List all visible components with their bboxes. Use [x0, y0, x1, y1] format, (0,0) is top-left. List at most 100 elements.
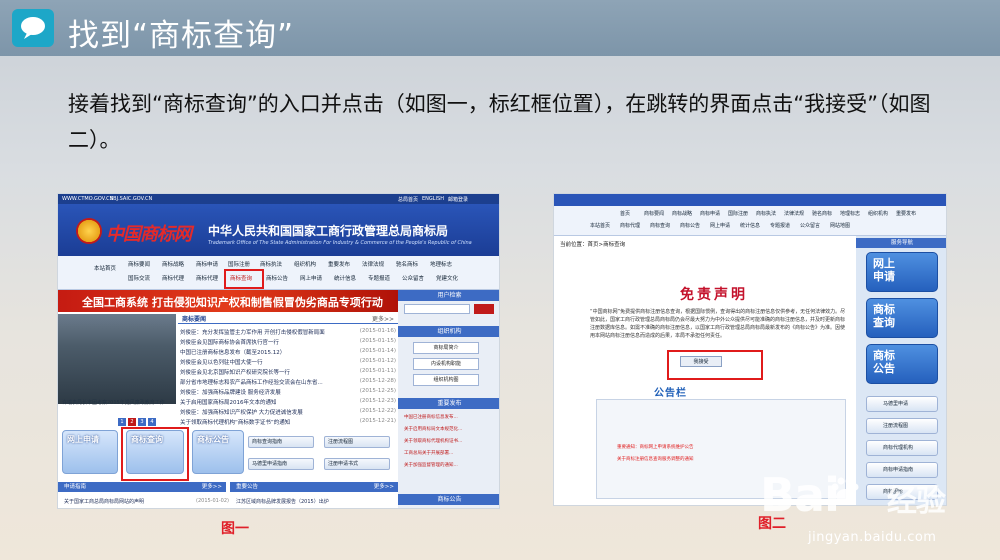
- sidebar-release-item[interactable]: 中国已注册商标信息发布...: [404, 414, 499, 420]
- nav-item[interactable]: 地理标志: [840, 210, 860, 217]
- nav-item[interactable]: 商标公告: [680, 222, 700, 229]
- sidebar-release-item[interactable]: 工商总局关于开展部署...: [404, 450, 499, 456]
- notice-item[interactable]: 江苏区域商标品牌发展报告（2015）出炉: [236, 498, 329, 505]
- nav-item[interactable]: 重要发布: [896, 210, 916, 217]
- side-btn-agency[interactable]: 商标代理机构: [866, 440, 938, 456]
- side-btn-madrid[interactable]: 马德里申请: [866, 396, 938, 412]
- news-item[interactable]: 刘俊臣：充分发挥监管主力军作用 开创打击侵权假冒新局面 (2015-01-16): [180, 328, 398, 336]
- nav-item[interactable]: 商标执法: [756, 210, 776, 217]
- nav-strategy[interactable]: 商标战略: [162, 260, 184, 268]
- pill-flowchart[interactable]: 注册流程图: [324, 436, 390, 448]
- sidebar-btn-intro[interactable]: 商标局简介: [413, 342, 479, 354]
- pill-madrid[interactable]: 马德里申请指南: [248, 458, 314, 470]
- nav-famous[interactable]: 驰名商标: [396, 260, 418, 268]
- nav-item[interactable]: 商标查询: [650, 222, 670, 229]
- news-header: 商标要闻 更多>>: [178, 314, 398, 324]
- sidebar-search-input[interactable]: [404, 304, 470, 314]
- nav-online-apply[interactable]: 网上申请: [300, 274, 322, 282]
- site-url-alt[interactable]: SBJ.SAIC.GOV.CN: [110, 196, 152, 202]
- news-item[interactable]: 关于领取商标代理机构“商标数字证书”的通知 (2015-12-21): [180, 418, 398, 426]
- nav-gazette[interactable]: 商标公告: [266, 274, 288, 282]
- nav-release[interactable]: 重要发布: [328, 260, 350, 268]
- news-item[interactable]: 关于启用国家商标局2016年文本的通知 (2015-12-23): [180, 398, 398, 406]
- nav-item[interactable]: 网站地图: [830, 222, 850, 229]
- nav-agency2[interactable]: 商标代理: [196, 274, 218, 282]
- nav-intl[interactable]: 国际注册: [228, 260, 250, 268]
- nav-item[interactable]: 统计信息: [740, 222, 760, 229]
- sidebar-btn-chart[interactable]: 组织机构图: [413, 374, 479, 386]
- nav-item[interactable]: 专题报道: [770, 222, 790, 229]
- nav-apply[interactable]: 商标申请: [196, 260, 218, 268]
- nav-law[interactable]: 法律法规: [362, 260, 384, 268]
- pager-3[interactable]: 3: [138, 418, 146, 426]
- site-header: 中国商标网 中华人民共和国国家工商行政管理总局商标局 Trademark Off…: [58, 204, 499, 256]
- link-english[interactable]: ENGLISH: [422, 196, 444, 202]
- nav-home[interactable]: 本站首页: [94, 264, 116, 272]
- nav-party[interactable]: 党建文化: [436, 274, 458, 282]
- nav-news[interactable]: 商标要闻: [128, 260, 150, 268]
- pager-2[interactable]: 2: [128, 418, 136, 426]
- pill-forms[interactable]: 注册申请书式: [324, 458, 390, 470]
- nav-item[interactable]: 网上申请: [710, 222, 730, 229]
- nav-item[interactable]: 商标要闻: [644, 210, 664, 217]
- title-bar: 找到“商标查询”: [0, 0, 1000, 56]
- nav-item[interactable]: 法律法规: [784, 210, 804, 217]
- side-trademark-search[interactable]: 商标查询: [866, 298, 938, 338]
- notice-header: 重要公告 更多>>: [230, 482, 398, 492]
- sidebar-release-item[interactable]: 关于领取商标代理机构证书...: [404, 438, 499, 444]
- nav-item[interactable]: 本站首页: [590, 222, 610, 229]
- nav-enforce[interactable]: 商标执法: [260, 260, 282, 268]
- sidebar-head-gazette: 商标公告: [398, 494, 499, 505]
- news-item[interactable]: 中国已注册商标信息发布（截至2015.12） (2015-01-14): [180, 348, 398, 356]
- news-item[interactable]: 刘俊臣：加强商标品牌建设 服务经济发展 (2015-12-25): [180, 388, 398, 396]
- nav-exchange[interactable]: 国际交流: [128, 274, 150, 282]
- news-more-link[interactable]: 更多>>: [372, 314, 394, 323]
- nav-item[interactable]: 商标代理: [620, 222, 640, 229]
- nav-agency[interactable]: 商标代理: [162, 274, 184, 282]
- news-item[interactable]: 部分省市地理标志和农产品商标工作经验交流会在山东省... (2015-12-28): [180, 378, 398, 386]
- pager-1[interactable]: 1: [118, 418, 126, 426]
- side-online-apply[interactable]: 网上申请: [866, 252, 938, 292]
- pager-4[interactable]: 4: [148, 418, 156, 426]
- guide-item[interactable]: 关于国家工商总局商标局网站的声明: [64, 498, 144, 505]
- site-url[interactable]: WWW.CTMO.GOV.CN: [62, 196, 113, 202]
- nav-item[interactable]: 组织机构: [868, 210, 888, 217]
- pill-search-guide[interactable]: 商标查询指南: [248, 436, 314, 448]
- nav-message[interactable]: 公众留言: [402, 274, 424, 282]
- bulletin-title: 公告栏: [654, 388, 687, 399]
- nav-topics[interactable]: 专题报道: [368, 274, 390, 282]
- bureau-name: 中华人民共和国国家工商行政管理总局商标局: [208, 224, 449, 238]
- tile-gazette[interactable]: 商标公告: [192, 430, 244, 474]
- bulletin-item[interactable]: 关于商标注册信息查询服务调整的通知: [617, 456, 694, 462]
- sidebar-head-search: 用户检索: [398, 290, 499, 301]
- news-item[interactable]: 刘俊臣会见国际商标协会首席执行官一行 (2015-01-15): [180, 338, 398, 346]
- sidebar-search-button[interactable]: [474, 304, 494, 314]
- nav-item[interactable]: 驰名商标: [812, 210, 832, 217]
- photo-caption[interactable]: 许瑞表局长率团考察2015年党风廉政教育工作: [62, 400, 174, 407]
- nav-geo[interactable]: 地理标志: [430, 260, 452, 268]
- nav-item[interactable]: 首页: [620, 210, 630, 217]
- sidebar-release-item[interactable]: 关于启用商标局文本规范化...: [404, 426, 499, 432]
- national-emblem-icon: [76, 218, 102, 244]
- side-btn-flowchart[interactable]: 注册流程图: [866, 418, 938, 434]
- nav-item[interactable]: 商标申请: [700, 210, 720, 217]
- news-item[interactable]: 刘俊臣会见以色列驻中国大使一行 (2015-01-12): [180, 358, 398, 366]
- nav-org[interactable]: 组织机构: [294, 260, 316, 268]
- news-item[interactable]: 刘俊臣：加强商标知识产权保护 大力促进诚信发展 (2015-12-22): [180, 408, 398, 416]
- side-gazette[interactable]: 商标公告: [866, 344, 938, 384]
- sidebar-release-item[interactable]: 关于加强监督管理的通知...: [404, 462, 499, 468]
- sidebar-btn-duties[interactable]: 内设机构职能: [413, 358, 479, 370]
- site-top-strip: WWW.CTMO.GOV.CN SBJ.SAIC.GOV.CN 总局首页 ENG…: [58, 194, 499, 204]
- instruction-text: 接着找到“商标查询”的入口并点击（如图一，标红框位置），在跳转的界面点击“我接受…: [68, 92, 931, 152]
- bulletin-item[interactable]: 重要通知：商标网上申请系统维护公告: [617, 444, 694, 450]
- caption-figure-1: 图一: [221, 521, 249, 537]
- news-photo[interactable]: [58, 314, 176, 404]
- nav-item[interactable]: 商标战略: [672, 210, 692, 217]
- nav-item[interactable]: 公众留言: [800, 222, 820, 229]
- news-item[interactable]: 刘俊臣会见北京国际知识产权研究院长等一行 (2015-01-11): [180, 368, 398, 376]
- nav-item[interactable]: 国际注册: [728, 210, 748, 217]
- nav-stats[interactable]: 统计信息: [334, 274, 356, 282]
- tile-online-apply[interactable]: 网上申请: [62, 430, 118, 474]
- link-main-home[interactable]: 总局首页: [398, 196, 418, 203]
- link-mail[interactable]: 邮箱登录: [448, 196, 468, 203]
